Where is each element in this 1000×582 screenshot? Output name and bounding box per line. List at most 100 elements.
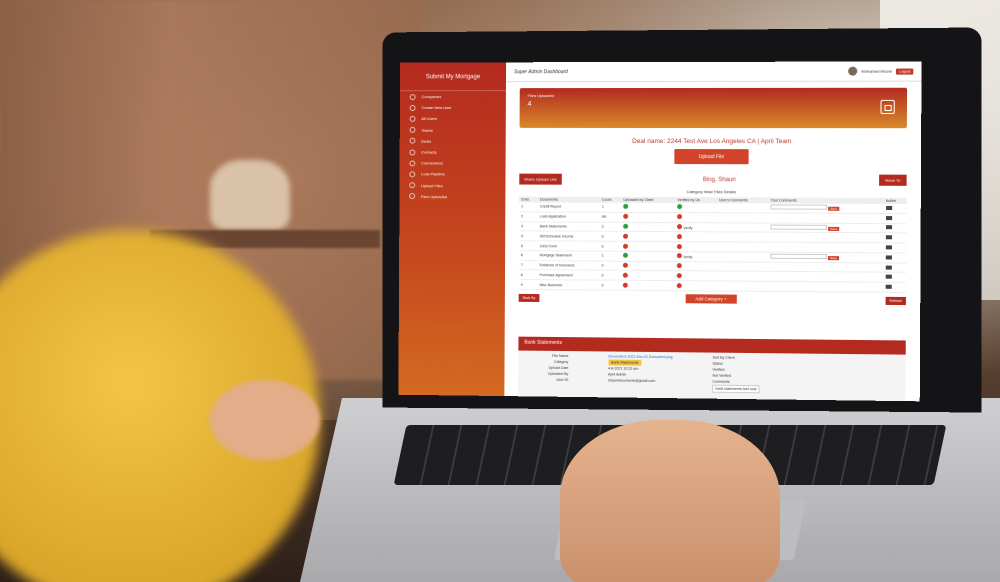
row-no: 6 bbox=[519, 251, 538, 261]
check-icon bbox=[678, 204, 683, 209]
files-uploaded-card: Files Uploaded 4 bbox=[520, 88, 908, 128]
circle-icon bbox=[410, 105, 416, 111]
cross-icon bbox=[623, 282, 628, 287]
check-icon bbox=[623, 204, 628, 209]
cross-icon bbox=[677, 283, 682, 288]
cross-icon bbox=[623, 263, 628, 268]
row-document: Bank Statements bbox=[538, 221, 600, 231]
comment-input[interactable] bbox=[771, 205, 828, 210]
bottom-controls: Back By Add Category + Refresh bbox=[519, 293, 906, 305]
comment-input[interactable] bbox=[770, 254, 827, 259]
action-icon[interactable] bbox=[885, 285, 891, 289]
row-count: 0 bbox=[600, 261, 621, 271]
cross-icon bbox=[623, 234, 628, 239]
row-count: 0 bbox=[600, 271, 621, 281]
cross-icon bbox=[677, 214, 682, 219]
row-document: Purchase Agreement bbox=[537, 270, 599, 280]
sidebar-item-contacts[interactable]: Contacts bbox=[400, 147, 506, 158]
sidebar: Submit My Mortgage Companies Create New … bbox=[398, 62, 506, 396]
action-icon[interactable] bbox=[886, 245, 892, 249]
sidebar-nav: Companies Create New User All Users Team… bbox=[399, 91, 506, 202]
row-no: 2 bbox=[519, 212, 538, 222]
details-values: Screenshot-2021-Dec-01 Document.png Bank… bbox=[608, 353, 673, 392]
file-details: File Name Category Upload Date Uploaded … bbox=[518, 351, 906, 402]
action-icon[interactable] bbox=[886, 265, 892, 269]
action-icon[interactable] bbox=[885, 275, 891, 279]
topbar: Super Admin Dashboard Mohamed Moore Logo… bbox=[506, 61, 922, 82]
avatar[interactable] bbox=[848, 67, 857, 76]
row-no: 8 bbox=[519, 270, 538, 280]
share-upload-link-button[interactable]: Share Upload Link bbox=[519, 174, 561, 185]
cross-icon bbox=[623, 273, 628, 278]
sidebar-item-deals[interactable]: Deals bbox=[400, 135, 506, 146]
verify-link[interactable]: Verify bbox=[683, 255, 692, 259]
move-to-button[interactable]: Move To bbox=[879, 175, 907, 186]
sidebar-item-label: Loan Pipeline bbox=[421, 172, 445, 177]
circle-icon bbox=[409, 171, 415, 177]
cross-icon bbox=[623, 214, 628, 219]
cross-icon bbox=[677, 273, 682, 278]
comment-input[interactable] bbox=[771, 225, 828, 230]
sidebar-item-label: Teams bbox=[421, 127, 433, 132]
sidebar-item-label: Files Uploaded bbox=[421, 194, 447, 199]
row-document: 1003 Form bbox=[538, 241, 600, 251]
table-body: 1 Credit Report 1 Save 2 Loan Application Nh 3… bbox=[519, 202, 907, 292]
action-icon[interactable] bbox=[886, 216, 892, 220]
refresh-button[interactable]: Refresh bbox=[885, 296, 906, 304]
save-icon bbox=[880, 100, 894, 114]
right-hand bbox=[560, 420, 780, 582]
back-button[interactable]: Back By bbox=[519, 293, 540, 301]
comment-input[interactable]: bank statements test note bbox=[712, 385, 759, 394]
action-icon[interactable] bbox=[886, 226, 892, 230]
row-no: 5 bbox=[519, 241, 538, 251]
action-icon[interactable] bbox=[886, 235, 892, 239]
action-icon[interactable] bbox=[886, 206, 892, 210]
row-document: W2/Schedule Income bbox=[538, 231, 600, 241]
row-document: Loan Application bbox=[538, 212, 600, 222]
save-button[interactable]: Save bbox=[828, 256, 839, 260]
add-category-button[interactable]: Add Category + bbox=[685, 294, 737, 303]
cross-icon bbox=[677, 224, 682, 229]
row-count: 1 bbox=[600, 203, 621, 212]
logout-button[interactable]: Logout bbox=[896, 68, 913, 74]
row-count: 0 bbox=[599, 280, 620, 290]
verify-link[interactable]: Verify bbox=[683, 226, 692, 230]
action-icon[interactable] bbox=[886, 255, 892, 259]
background-plant-pot bbox=[210, 160, 290, 230]
sidebar-item-label: Contacts bbox=[421, 150, 436, 155]
circle-icon bbox=[410, 94, 416, 100]
circle-icon bbox=[410, 116, 416, 122]
sidebar-item-connections[interactable]: Connections bbox=[400, 158, 506, 169]
files-table: S.No Documents Count Uploaded by Client … bbox=[519, 196, 907, 293]
upload-file-button[interactable]: Upload File bbox=[674, 149, 748, 164]
section-title: Bank Statements bbox=[524, 340, 562, 346]
row-document: Evidence of Insurance bbox=[538, 260, 600, 270]
check-icon bbox=[623, 224, 628, 229]
main-content: Super Admin Dashboard Mohamed Moore Logo… bbox=[504, 61, 921, 401]
circle-icon bbox=[409, 149, 415, 155]
sidebar-item-all-users[interactable]: All Users bbox=[400, 113, 506, 124]
row-document: Mortgage Statement bbox=[538, 251, 600, 261]
row-no: 9 bbox=[519, 280, 538, 290]
sidebar-item-label: Upload Files bbox=[421, 183, 443, 188]
client-name: Bing, Shaun bbox=[703, 177, 736, 183]
sidebar-item-create-user[interactable]: Create New User bbox=[400, 102, 506, 113]
row-count: 2 bbox=[600, 222, 621, 232]
save-button[interactable]: Save bbox=[828, 227, 839, 231]
cross-icon bbox=[677, 263, 682, 268]
circle-icon bbox=[409, 138, 415, 144]
sidebar-item-files-uploaded[interactable]: Files Uploaded bbox=[399, 191, 505, 202]
row-count: 0 bbox=[600, 232, 621, 242]
cross-icon bbox=[677, 234, 682, 239]
sidebar-item-companies[interactable]: Companies bbox=[400, 91, 506, 102]
sidebar-item-teams[interactable]: Teams bbox=[400, 124, 506, 135]
cross-icon bbox=[677, 253, 682, 258]
cross-icon bbox=[677, 244, 682, 249]
row-document: Misc Business bbox=[537, 280, 599, 290]
save-button[interactable]: Save bbox=[828, 207, 839, 211]
sidebar-item-loan-pipeline[interactable]: Loan Pipeline bbox=[400, 169, 506, 180]
row-count: Nh bbox=[600, 212, 621, 222]
files-uploaded-label: Files Uploaded bbox=[528, 93, 899, 98]
sidebar-item-upload-files[interactable]: Upload Files bbox=[399, 180, 505, 191]
circle-icon bbox=[409, 193, 415, 199]
